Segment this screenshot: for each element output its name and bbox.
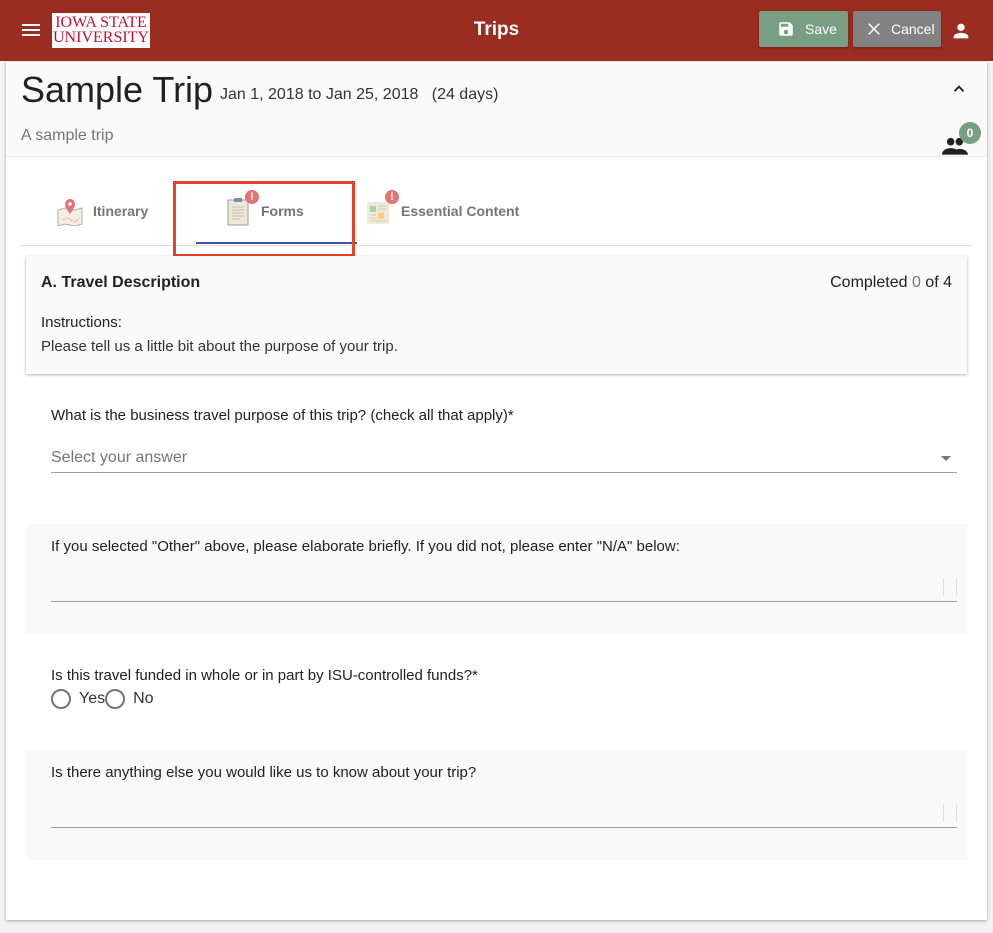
tab-bar: Itinerary ! Forms ! Essential Content (21, 177, 972, 246)
question-label: Is there anything else you would like us… (51, 764, 477, 781)
trip-description: A sample trip (21, 127, 114, 144)
essential-alert-badge: ! (385, 190, 399, 204)
iowa-state-logo[interactable]: IOWA STATE UNIVERSITY (52, 13, 150, 48)
anything-else-textarea[interactable] (51, 798, 957, 828)
trip-title: Sample Trip (21, 69, 214, 110)
clipboard-icon: ! (223, 190, 259, 226)
floppy-disk-icon (779, 22, 793, 36)
question-anything-else: Is there anything else you would like us… (26, 750, 967, 860)
textarea-resize-handle[interactable] (943, 578, 957, 596)
logo-line-2: UNIVERSITY (53, 29, 149, 46)
cancel-label: Cancel (891, 21, 935, 37)
question-label: If you selected "Other" above, please el… (51, 538, 680, 555)
radio-yes-label: Yes (79, 690, 106, 707)
radio-circle[interactable] (51, 689, 71, 709)
progress-total: 4 (943, 274, 952, 291)
trip-summary-card: Sample Trip Jan 1, 2018 to Jan 25, 2018 … (6, 62, 987, 157)
trip-date-range: Jan 1, 2018 to Jan 25, 2018 (220, 86, 419, 103)
progress-prefix: Completed (830, 274, 908, 291)
question-purpose: What is the business travel purpose of t… (26, 389, 967, 499)
trip-duration: (24 days) (431, 86, 499, 103)
question-label: Is this travel funded in whole or in par… (51, 667, 478, 684)
tab-essential-content[interactable]: ! Essential Content (363, 177, 519, 245)
cancel-button[interactable]: Cancel (853, 11, 941, 47)
question-isu-funds: Is this travel funded in whole or in par… (26, 657, 967, 747)
section-header-card: A. Travel Description Completed 0 of 4 I… (26, 256, 967, 374)
radio-yes[interactable]: Yes (51, 689, 105, 709)
radio-no[interactable]: No (105, 689, 154, 709)
close-icon (868, 23, 880, 35)
tab-forms[interactable]: ! Forms (223, 177, 304, 245)
newspaper-icon: ! (363, 190, 399, 226)
dropdown-arrow-icon (941, 456, 951, 461)
active-tab-indicator (196, 242, 357, 244)
progress-completed: 0 (911, 274, 921, 291)
select-placeholder: Select your answer (51, 449, 188, 466)
tab-itinerary[interactable]: Itinerary (55, 177, 148, 245)
participants-count-badge: 0 (959, 122, 981, 144)
forms-alert-badge: ! (245, 190, 259, 204)
section-title: A. Travel Description (41, 274, 201, 291)
form-area: Itinerary ! Forms ! Essential Content A.… (6, 157, 987, 920)
chevron-up-icon[interactable] (950, 80, 968, 98)
tab-forms-label: Forms (261, 203, 304, 219)
textarea-resize-handle[interactable] (943, 804, 957, 822)
tab-essential-content-label: Essential Content (401, 203, 520, 219)
radio-no-label: No (133, 690, 154, 707)
save-label: Save (805, 21, 837, 37)
radio-circle[interactable] (105, 689, 126, 709)
instructions-text: Please tell us a little bit about the pu… (41, 338, 398, 355)
account-icon[interactable] (950, 20, 972, 42)
map-pin-icon (55, 196, 85, 227)
hamburger-menu-icon[interactable] (22, 21, 42, 39)
top-app-bar: IOWA STATE UNIVERSITY Trips Save Cancel (0, 0, 993, 61)
isu-funds-radio-group: Yes No (51, 689, 154, 709)
trip-dates: Jan 1, 2018 to Jan 25, 2018 (24 days) (220, 86, 498, 104)
section-progress: Completed 0 of 4 (830, 274, 952, 292)
tab-itinerary-label: Itinerary (93, 203, 149, 219)
logo-line-1: IOWA STATE (55, 14, 147, 31)
question-other-elaborate: If you selected "Other" above, please el… (26, 524, 967, 634)
question-label: What is the business travel purpose of t… (51, 407, 514, 424)
save-button[interactable]: Save (759, 11, 848, 47)
instructions-label: Instructions: (41, 314, 122, 331)
participants-button[interactable]: 0 (942, 122, 984, 158)
progress-mid: of (925, 274, 939, 291)
purpose-select[interactable]: Select your answer (51, 443, 957, 473)
other-elaborate-textarea[interactable] (51, 572, 957, 602)
